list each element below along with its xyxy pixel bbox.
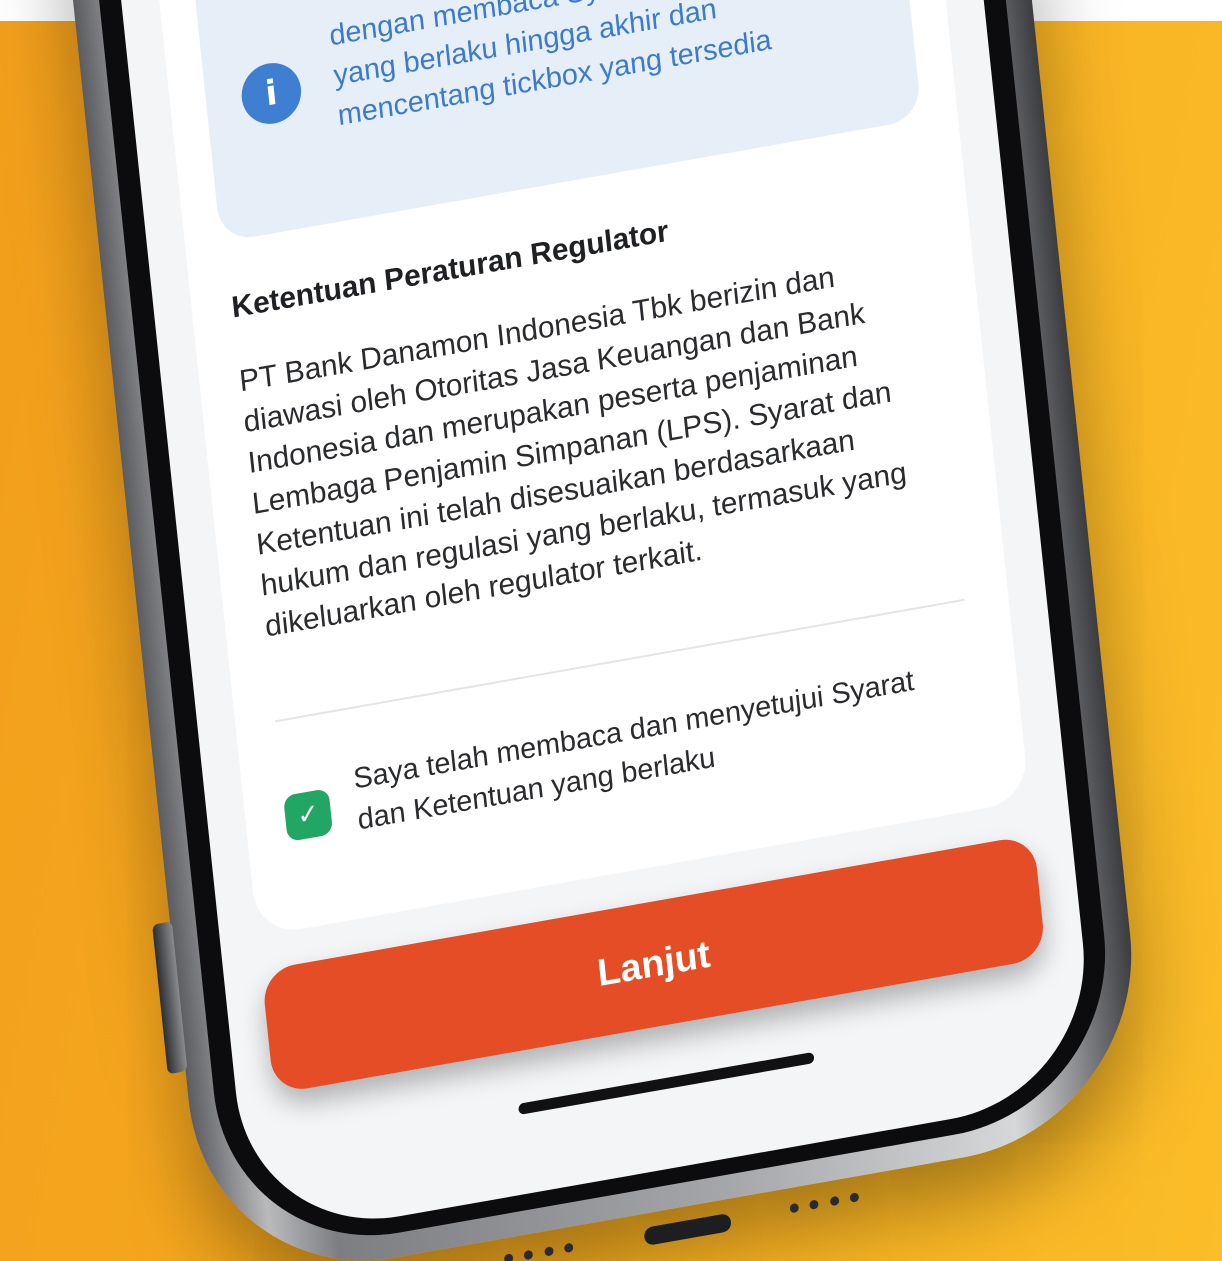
info-box: i dengan membaca Syarat & Ketentuan yang…	[181, 0, 923, 243]
charging-port	[643, 1212, 732, 1247]
check-icon: ✓	[295, 798, 321, 832]
info-icon: i	[238, 58, 305, 129]
speaker-grille-right	[789, 1192, 860, 1216]
agreement-label[interactable]: Saya telah membaca dan menyetujui Syarat…	[351, 652, 970, 841]
agreement-checkbox-row[interactable]: ✓ Saya telah membaca dan menyetujui Syar…	[281, 651, 981, 872]
terms-card: i dengan membaca Syarat & Ketentuan yang…	[141, 0, 1030, 937]
phone-scene: i dengan membaca Syarat & Ketentuan yang…	[0, 0, 1222, 1261]
info-text: dengan membaca Syarat & Ketentuan yang b…	[327, 0, 816, 133]
phone-screen: i dengan membaca Syarat & Ketentuan yang…	[91, 0, 1099, 1243]
speaker-grille-left	[503, 1242, 574, 1261]
home-indicator	[518, 1051, 815, 1115]
phone-device: i dengan membaca Syarat & Ketentuan yang…	[39, 0, 1151, 1261]
agreement-checkbox[interactable]: ✓	[283, 788, 334, 842]
